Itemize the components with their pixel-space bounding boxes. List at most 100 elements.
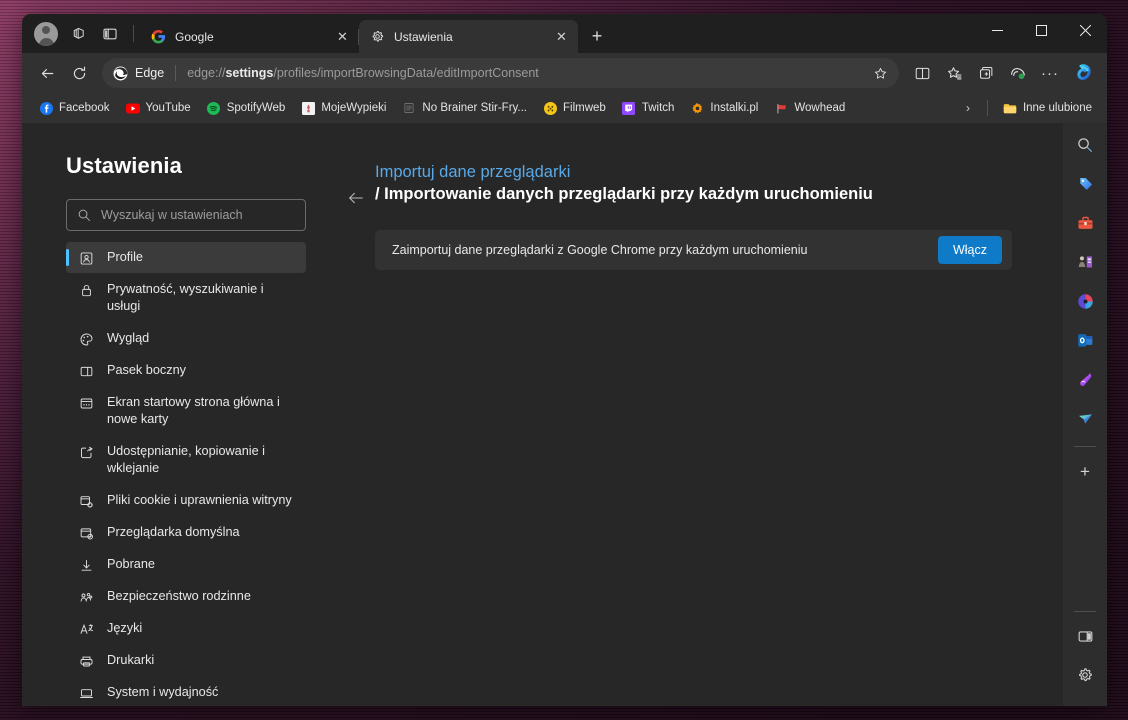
settings-search-box[interactable] [66, 199, 306, 231]
sidebar-office-button[interactable] [1069, 285, 1101, 317]
favorite-youtube[interactable]: YouTube [119, 97, 198, 119]
refresh-icon [71, 65, 88, 82]
sidebar-item-sidebar[interactable]: Pasek boczny [66, 355, 306, 386]
favorites-overflow-button[interactable]: › [957, 97, 979, 119]
search-input[interactable] [101, 208, 295, 222]
split-screen-icon [914, 65, 931, 82]
close-button[interactable] [1063, 14, 1107, 46]
sidebar-item-printers[interactable]: Drukarki [66, 645, 306, 676]
tab-close-button[interactable]: ✕ [552, 27, 571, 46]
palette-icon [78, 331, 94, 347]
sidebar-item-label: Bezpieczeństwo rodzinne [107, 588, 251, 605]
mojewypieki-icon [301, 101, 315, 115]
sidebar-item-start-home-new-tabs[interactable]: Ekran startowy strona główna i nowe kart… [66, 387, 306, 435]
search-icon [77, 208, 91, 222]
sidebar-tools-button[interactable] [1069, 207, 1101, 239]
workspaces-icon [70, 25, 87, 42]
sidebar-item-downloads[interactable]: Pobrane [66, 549, 306, 580]
omnibox-divider [175, 65, 176, 81]
maximize-button[interactable] [1019, 14, 1063, 46]
lock-icon [78, 282, 94, 298]
sidebar-item-label: Pasek boczny [107, 362, 186, 379]
browser-essentials-button[interactable] [1003, 58, 1033, 88]
sidebar-item-label: Przeglądarka domyślna [107, 524, 240, 541]
tab-google[interactable]: Google ✕ [140, 20, 359, 53]
sidebar-outlook-button[interactable] [1069, 324, 1101, 356]
tab-actions-button[interactable] [95, 19, 125, 49]
copilot-icon [1074, 62, 1096, 84]
sidebar-item-label: Drukarki [107, 652, 154, 669]
favorite-wowhead[interactable]: Wowhead [767, 97, 852, 119]
sidebar-item-share-copy-paste[interactable]: Udostępnianie, kopiowanie i wklejanie [66, 436, 306, 484]
favorite-facebook[interactable]: Facebook [32, 97, 117, 119]
collections-button[interactable] [971, 58, 1001, 88]
settings-back-button[interactable] [343, 185, 369, 211]
sidebar-designer-button[interactable] [1069, 363, 1101, 395]
edge-badge-label: Edge [135, 66, 164, 80]
designer-icon [1076, 370, 1095, 389]
favorite-filmweb[interactable]: Filmweb [536, 97, 613, 119]
sidebar-search-button[interactable] [1069, 129, 1101, 161]
favorite-spotifyweb[interactable]: SpotifyWeb [200, 97, 293, 119]
sidebar-drop-button[interactable] [1069, 402, 1101, 434]
settings-navigation: Ustawienia [22, 123, 335, 706]
sidebar-settings-button[interactable] [1069, 659, 1101, 691]
refresh-button[interactable] [64, 58, 94, 88]
sidebar-item-label: Pobrane [107, 556, 155, 573]
sidebar-item-privacy[interactable]: Prywatność, wyszukiwanie i usługi [66, 274, 306, 322]
sidebar-item-languages[interactable]: Języki [66, 613, 306, 644]
sidebar-add-button[interactable]: + [1069, 456, 1101, 488]
breadcrumb-parent-link[interactable]: Importuj dane przeglądarki [375, 163, 570, 182]
plus-icon: + [1080, 462, 1090, 482]
copilot-button[interactable] [1069, 57, 1101, 89]
start-page-icon [78, 395, 94, 411]
sidebar-item-cookies-site-permissions[interactable]: Pliki cookie i uprawnienia witryny [66, 485, 306, 516]
sidebar-games-button[interactable] [1069, 246, 1101, 278]
sidebar-item-appearance[interactable]: Wygląd [66, 323, 306, 354]
back-button[interactable] [32, 58, 62, 88]
favorite-label: YouTube [146, 102, 191, 114]
url-prefix: edge:// [187, 66, 225, 80]
favorite-no-brainer-stir-fry[interactable]: No Brainer Stir-Fry... [395, 97, 534, 119]
favorite-twitch[interactable]: Twitch [615, 97, 682, 119]
more-settings-button[interactable]: ··· [1035, 58, 1065, 88]
tab-actions-icon [102, 26, 118, 42]
share-icon [78, 444, 94, 460]
favorites-bar: Facebook YouTube SpotifyWeb [22, 93, 1107, 123]
favorite-instalki-pl[interactable]: Instalki.pl [683, 97, 765, 119]
games-icon [1076, 253, 1095, 272]
sidebar-item-label: Ekran startowy strona główna i nowe kart… [107, 394, 298, 428]
favorites-star-icon [946, 65, 963, 82]
favbar-divider [987, 100, 988, 116]
tab-strip: Google ✕ Ustawienia ✕ + [140, 14, 612, 53]
url-text: edge://settings/profiles/importBrowsingD… [187, 66, 861, 80]
sidebar-item-profile[interactable]: Profile [66, 242, 306, 273]
search-icon [1076, 136, 1094, 154]
split-screen-button[interactable] [907, 58, 937, 88]
workspaces-button[interactable] [63, 19, 93, 49]
sidebar-item-default-browser[interactable]: Przeglądarka domyślna [66, 517, 306, 548]
address-bar[interactable]: Edge edge://settings/profiles/importBrow… [102, 58, 899, 88]
family-icon [78, 589, 94, 605]
sidebar-shopping-button[interactable] [1069, 168, 1101, 200]
profile-avatar-button[interactable] [31, 19, 61, 49]
sidebar-item-family-safety[interactable]: Bezpieczeństwo rodzinne [66, 581, 306, 612]
sidebar-item-label: Wygląd [107, 330, 149, 347]
tab-close-button[interactable]: ✕ [333, 27, 352, 46]
enable-button[interactable]: Włącz [938, 236, 1002, 264]
add-favorite-button[interactable] [867, 60, 893, 86]
new-tab-button[interactable]: + [582, 21, 612, 51]
breadcrumb: Importuj dane przeglądarki / Importowani… [335, 163, 1017, 204]
gear-icon [369, 29, 385, 45]
favorite-label: SpotifyWeb [227, 102, 286, 114]
system-icon [78, 685, 94, 701]
sidebar-item-system-performance[interactable]: System i wydajność [66, 677, 306, 706]
tab-ustawienia[interactable]: Ustawienia ✕ [359, 20, 578, 53]
favorites-button[interactable] [939, 58, 969, 88]
other-favorites-folder[interactable]: Inne ulubione [996, 97, 1099, 119]
sidebar-icon [78, 363, 94, 379]
back-arrow-icon [346, 188, 366, 208]
sidebar-customize-button[interactable] [1069, 620, 1101, 652]
favorite-mojewypieki[interactable]: MojeWypieki [294, 97, 393, 119]
minimize-button[interactable] [975, 14, 1019, 46]
